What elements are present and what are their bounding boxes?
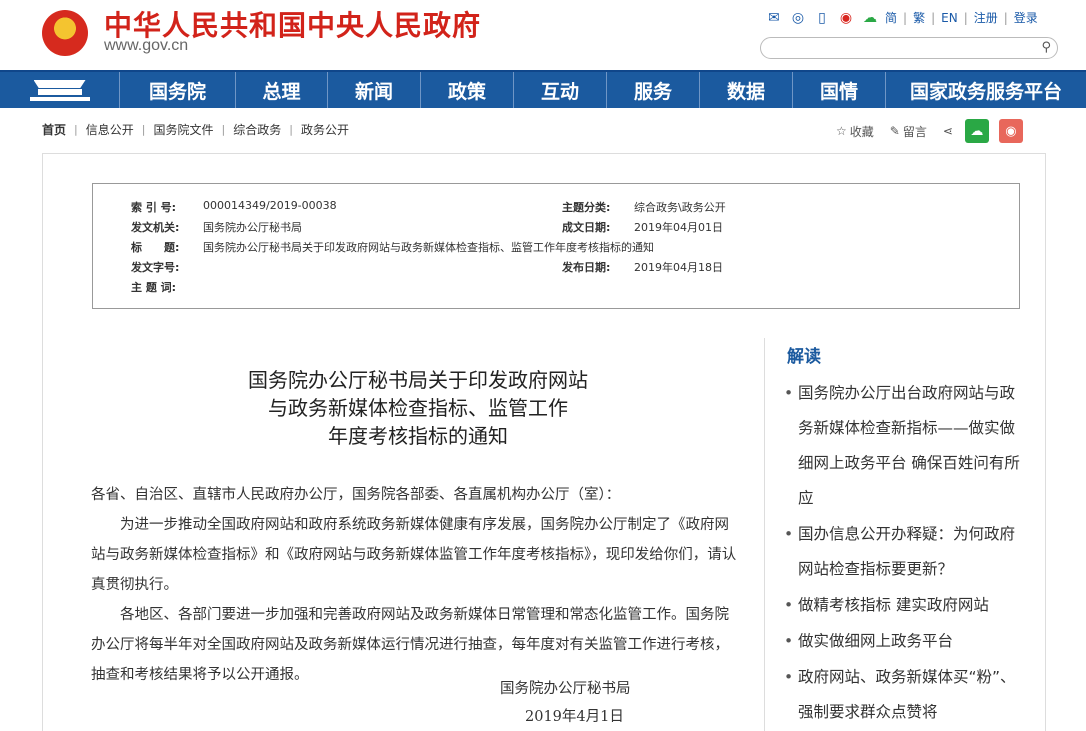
breadcrumb-separator: | <box>74 123 78 136</box>
share-icon: ⋖ <box>942 124 953 138</box>
sidebar-link[interactable]: 做精考核指标 建实政府网站 <box>784 588 1024 623</box>
article-greeting: 各省、自治区、直辖市人民政府办公厅，国务院各部委、各直属机构办公厅（室）： <box>91 487 621 503</box>
info-value: 综合政务\政务公开 <box>634 201 726 214</box>
message-icon[interactable]: ◎ <box>789 10 807 26</box>
nav-item-interaction[interactable]: 互动 <box>514 72 607 108</box>
sidebar-link[interactable]: 国务院办公厅出台政府网站与政务新媒体检查新指标——做实做细网上政务平台 确保百姓… <box>784 376 1024 516</box>
breadcrumb-state-council-docs[interactable]: 国务院文件 <box>153 121 213 138</box>
article-date: 2019年4月1日 <box>525 709 624 725</box>
info-label: 发文机关: <box>131 221 180 234</box>
info-row-issuer: 发文机关: 国务院办公厅秘书局 <box>131 219 302 235</box>
info-row-created: 成文日期: 2019年04月01日 <box>562 219 723 235</box>
login-link[interactable]: 登录 <box>1014 9 1038 26</box>
article-signature: 国务院办公厅秘书局 <box>500 681 631 697</box>
nav-item-state-council[interactable]: 国务院 <box>120 72 236 108</box>
info-value: 2019年04月01日 <box>634 221 723 234</box>
wechat-icon[interactable]: ☁ <box>861 10 879 26</box>
breadcrumb-separator: | <box>141 123 146 136</box>
info-label: 发文字号: <box>131 261 180 274</box>
breadcrumb-gov-affairs-disclosure[interactable]: 政务公开 <box>301 121 349 138</box>
star-icon: ☆ <box>836 124 847 138</box>
info-label: 标 题: <box>131 241 180 254</box>
info-value: 2019年04月18日 <box>634 261 723 274</box>
search-input[interactable]: ⚲ <box>760 37 1058 59</box>
mail-icon[interactable]: ✉ <box>765 10 783 26</box>
info-label: 索 引 号: <box>131 201 177 214</box>
search-icon[interactable]: ⚲ <box>1041 40 1051 55</box>
national-emblem-icon[interactable] <box>42 10 88 56</box>
nav-item-premier[interactable]: 总理 <box>236 72 328 108</box>
breadcrumb-separator: | <box>221 123 226 136</box>
info-row-docno: 发文字号: <box>131 259 203 275</box>
share-button[interactable]: ⋖ <box>943 124 953 138</box>
breadcrumb-separator: | <box>289 123 293 136</box>
info-row-title: 标 题: 国务院办公厅秘书局关于印发政府网站与政务新媒体检查指标、监管工作年度考… <box>131 239 654 255</box>
lang-traditional-link[interactable]: 繁 <box>913 9 925 26</box>
article-title-line: 年度考核指标的通知 <box>328 424 508 448</box>
favorite-label: 收藏 <box>849 124 874 139</box>
favorite-button[interactable]: ☆ 收藏 <box>836 123 874 140</box>
article-title: 国务院办公厅秘书局关于印发政府网站 与政务新媒体检查指标、监管工作 年度考核指标… <box>140 366 696 450</box>
info-label: 成文日期: <box>562 221 611 234</box>
separator: | <box>931 10 936 25</box>
register-link[interactable]: 注册 <box>974 9 998 26</box>
sidebar-link[interactable]: 做实做细网上政务平台 <box>784 624 1024 659</box>
lang-english-link[interactable]: EN <box>941 11 958 25</box>
article-paragraph: 为进一步推动全国政府网站和政府系统政务新媒体健康有序发展，国务院办公厅制定了《政… <box>91 517 737 593</box>
site-url[interactable]: www.gov.cn <box>104 37 188 55</box>
article-title-line: 与政务新媒体检查指标、监管工作 <box>268 396 568 420</box>
nav-item-service-platform[interactable]: 国家政务服务平台 <box>886 72 1086 108</box>
nav-item-policy[interactable]: 政策 <box>421 72 514 108</box>
sidebar-link[interactable]: 政府网站、政务新媒体买“粉”、强制要求群众点赞将 <box>784 660 1024 730</box>
article-title-line: 国务院办公厅秘书局关于印发政府网站 <box>248 368 588 392</box>
info-row-publish: 发布日期: 2019年04月18日 <box>562 259 723 275</box>
nav-item-data[interactable]: 数据 <box>700 72 793 108</box>
nav-home[interactable] <box>0 72 120 108</box>
site-header: 中华人民共和国中央人民政府 www.gov.cn ✉ ◎ ▯ ◉ ☁ 简 | 繁… <box>0 0 1086 70</box>
nav-item-news[interactable]: 新闻 <box>328 72 421 108</box>
info-label: 主题分类: <box>562 201 611 214</box>
document-info-table: 索 引 号: 000014349/2019-00038 主题分类: 综合政务\政… <box>92 183 1020 309</box>
sidebar-link[interactable]: 国办信息公开办释疑：为何政府网站检查指标要更新？ <box>784 517 1024 587</box>
mobile-icon[interactable]: ▯ <box>813 10 831 26</box>
comment-label: 留言 <box>902 124 927 139</box>
main-nav: 国务院 总理 新闻 政策 互动 服务 数据 国情 国家政务服务平台 <box>0 70 1086 108</box>
lang-simplified-link[interactable]: 简 <box>885 9 897 26</box>
info-label: 发布日期: <box>562 261 611 274</box>
wechat-share-icon[interactable]: ☁ <box>964 119 989 143</box>
info-row-keywords: 主 题 词: <box>131 279 203 295</box>
tiananmen-icon <box>29 78 90 102</box>
article-paragraph: 各地区、各部门要进一步加强和完善政府网站及政务新媒体日常管理和常态化监管工作。国… <box>91 607 729 683</box>
nav-item-national-info[interactable]: 国情 <box>793 72 886 108</box>
weibo-icon[interactable]: ◉ <box>837 10 855 26</box>
separator: | <box>903 10 908 25</box>
separator: | <box>963 10 968 25</box>
nav-item-services[interactable]: 服务 <box>607 72 700 108</box>
comment-button[interactable]: ✎ 留言 <box>890 123 927 140</box>
sidebar-title[interactable]: 解读 <box>787 342 821 367</box>
top-toolbar: ✉ ◎ ▯ ◉ ☁ 简 | 繁 | EN | 注册 | 登录 <box>765 9 1038 26</box>
article-body: 各省、自治区、直辖市人民政府办公厅，国务院各部委、各直属机构办公厅（室）： 为进… <box>91 480 743 690</box>
separator: | <box>1003 10 1008 25</box>
breadcrumb-info-disclosure[interactable]: 信息公开 <box>86 121 134 138</box>
weibo-share-icon[interactable]: ◉ <box>998 119 1023 143</box>
share-bar: ☆ 收藏 ✎ 留言 ⋖ ☁ ◉ <box>836 119 1033 143</box>
breadcrumb-home[interactable]: 首页 <box>42 121 66 138</box>
breadcrumb: 首页 | 信息公开 | 国务院文件 | 综合政务 | 政务公开 <box>42 121 357 138</box>
pencil-icon: ✎ <box>889 124 900 138</box>
sidebar-divider <box>764 338 765 731</box>
info-value: 000014349/2019-00038 <box>203 199 337 212</box>
info-row-index: 索 引 号: 000014349/2019-00038 <box>131 199 337 215</box>
breadcrumb-general-affairs[interactable]: 综合政务 <box>233 121 281 138</box>
info-label: 主 题 词: <box>131 281 177 294</box>
info-row-category: 主题分类: 综合政务\政务公开 <box>562 199 726 215</box>
info-value: 国务院办公厅秘书局关于印发政府网站与政务新媒体检查指标、监管工作年度考核指标的通… <box>203 241 654 254</box>
info-value: 国务院办公厅秘书局 <box>203 221 302 234</box>
sidebar-list: 国务院办公厅出台政府网站与政务新媒体检查新指标——做实做细网上政务平台 确保百姓… <box>784 376 1024 731</box>
